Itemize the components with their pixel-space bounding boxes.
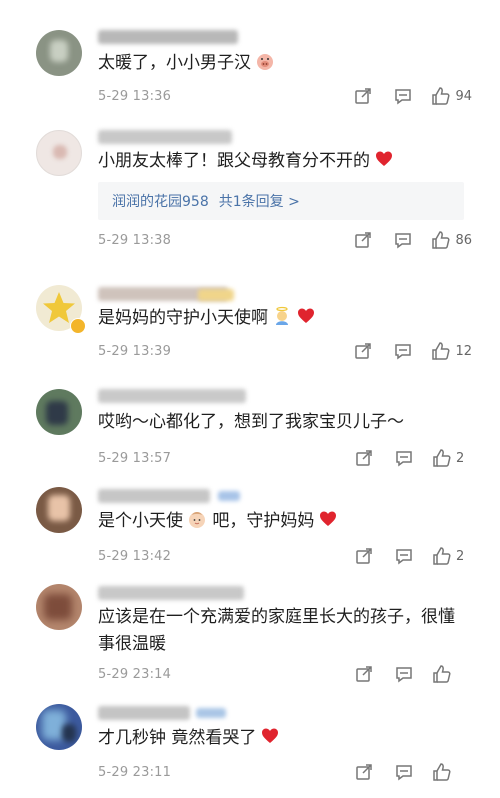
comment-text: 哎哟～心都化了，想到了我家宝贝儿子～ [98,412,404,432]
comment-time: 5-29 23:14 [98,667,172,682]
avatar[interactable] [36,30,82,76]
angel-emoji [272,306,292,335]
comment-icon[interactable] [393,230,413,250]
thumbs-up-icon[interactable] [432,664,452,684]
share-icon[interactable] [353,86,373,106]
username-blurred[interactable] [98,130,232,144]
comment-time: 5-29 13:36 [98,89,172,104]
red-heart-emoji [260,726,280,755]
comment-text: 小朋友太棒了！跟父母教育分不开的 [98,148,468,178]
user-badge-blurred [218,491,240,501]
like-count: 86 [455,232,472,248]
share-icon[interactable] [353,341,373,361]
comment-actions [354,664,472,684]
thumbs-up-icon[interactable] [431,86,451,106]
comment-time: 5-29 13:57 [98,451,172,466]
comment-actions [354,762,472,782]
thumbs-up-icon[interactable] [431,230,451,250]
verified-badge-icon [70,318,86,334]
thumbs-up-icon[interactable] [432,546,452,566]
username-blurred[interactable] [98,489,210,503]
thumbs-up-icon[interactable] [432,448,452,468]
comment-actions: 12 [353,341,472,361]
comment-text: 是个小天使 吧，守护妈妈 [98,508,468,538]
avatar[interactable] [36,487,82,533]
comment-time: 5-29 13:39 [98,344,172,359]
red-heart-emoji [374,149,394,178]
comment-icon[interactable] [394,448,414,468]
comment-actions: 2 [354,448,472,468]
comment-text: 才几秒钟 竟然看哭了 [98,725,468,755]
reply-count-link[interactable]: 共1条回复 > [219,191,300,211]
share-icon[interactable] [353,230,373,250]
comment-icon[interactable] [393,86,413,106]
red-heart-emoji [318,509,338,538]
username-blurred[interactable] [98,706,190,720]
like-count: 94 [455,88,472,104]
comment-actions: 94 [353,86,472,106]
comment-text: 应该是在一个充满爱的家庭里长大的孩子，很懂事很温暖 [98,607,455,654]
like-count: 12 [455,343,472,359]
share-icon[interactable] [354,664,374,684]
user-badge-blurred [198,289,234,301]
comment-icon[interactable] [394,546,414,566]
user-badge-blurred [196,708,226,718]
baby-face-emoji [187,509,207,538]
share-icon[interactable] [354,448,374,468]
thumbs-up-icon[interactable] [432,762,452,782]
share-icon[interactable] [354,762,374,782]
comment-text: 太暖了，小小男子汉 [98,50,468,80]
like-count: 2 [456,548,465,564]
comment-icon[interactable] [394,762,414,782]
reply-username[interactable]: 润润的花园958 [112,191,209,211]
pig-face-emoji [255,51,275,80]
comment-time: 5-29 13:42 [98,549,172,564]
username-blurred[interactable] [98,389,246,403]
red-heart-emoji [296,306,316,335]
username-blurred[interactable] [98,30,238,44]
avatar[interactable] [36,704,82,750]
avatar[interactable] [36,584,82,630]
username-blurred[interactable] [98,586,244,600]
share-icon[interactable] [354,546,374,566]
avatar[interactable] [36,130,82,176]
like-count: 2 [456,450,465,466]
thumbs-up-icon[interactable] [431,341,451,361]
reply-preview[interactable]: 润润的花园958 共1条回复 > [98,182,464,220]
avatar[interactable] [36,389,82,435]
comment-time: 5-29 13:38 [98,233,172,248]
comment-icon[interactable] [394,664,414,684]
comment-list-screen: { "comments": [ { "text": "太暖了，小小男子汉", "… [0,0,500,798]
comment-text: 是妈妈的守护小天使啊 [98,305,468,335]
comment-actions: 86 [353,230,472,250]
comment-time: 5-29 23:11 [98,765,172,780]
comment-actions: 2 [354,546,472,566]
comment-icon[interactable] [393,341,413,361]
